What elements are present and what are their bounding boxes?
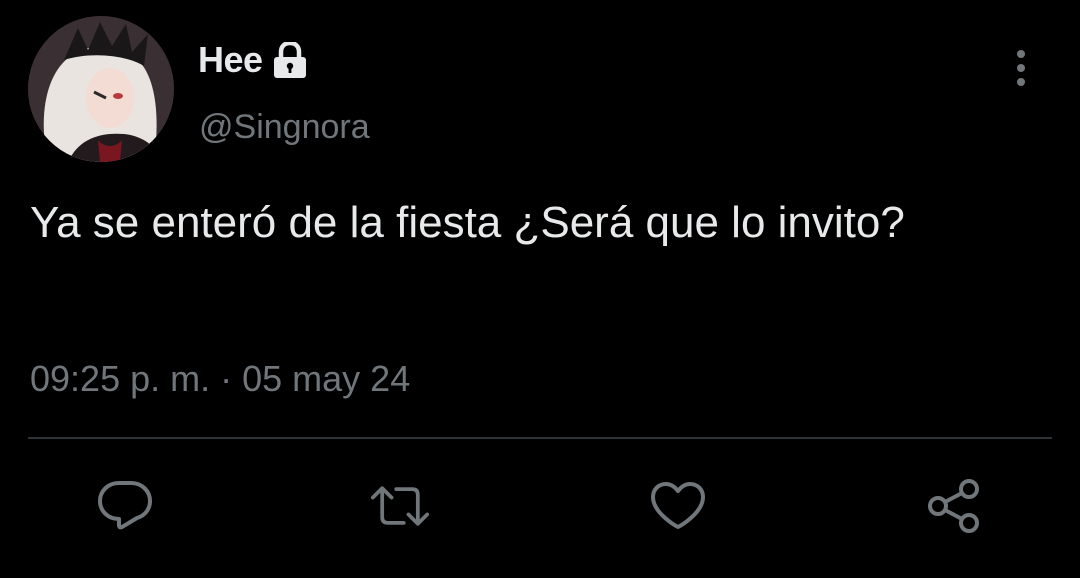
lock-icon	[273, 42, 307, 78]
retweet-icon	[370, 486, 430, 526]
more-vertical-icon	[1017, 50, 1025, 86]
display-name: Hee	[198, 39, 263, 80]
reply-button[interactable]	[95, 476, 155, 536]
user-display-name-row[interactable]: Hee	[198, 38, 307, 82]
avatar[interactable]	[28, 16, 174, 162]
tweet-date: 05 may 24	[242, 358, 411, 399]
share-icon	[928, 479, 979, 533]
user-handle[interactable]: @Singnora	[199, 106, 370, 148]
avatar-image	[28, 16, 174, 162]
more-options-button[interactable]	[1002, 40, 1040, 96]
heart-icon	[651, 482, 705, 529]
like-button[interactable]	[648, 476, 708, 536]
divider	[28, 437, 1052, 439]
share-button[interactable]	[924, 476, 984, 536]
tweet-time: 09:25 p. m.	[30, 358, 211, 399]
meta-separator: ·	[210, 358, 243, 399]
tweet-text: Ya se enteró de la fiesta ¿Será que lo i…	[30, 198, 905, 247]
reply-icon	[98, 481, 152, 530]
retweet-button[interactable]	[370, 476, 430, 536]
tweet-timestamp[interactable]: 09:25 p. m. · 05 may 24	[30, 354, 410, 404]
